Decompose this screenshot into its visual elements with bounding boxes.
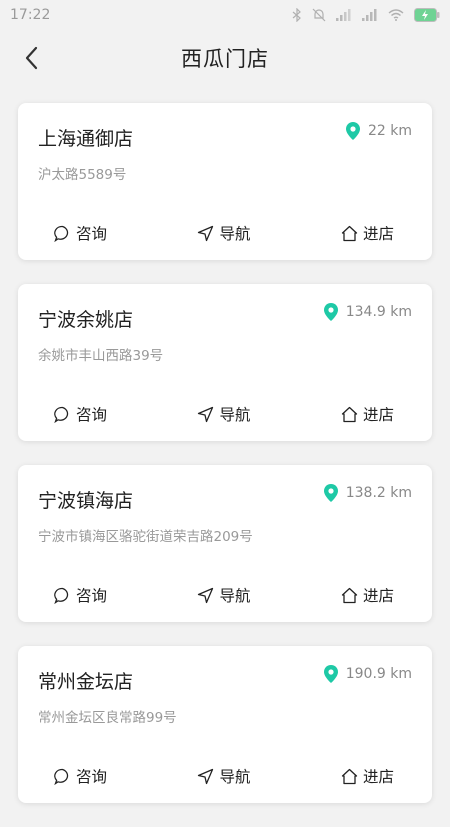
enter-store-button[interactable]: 进店 bbox=[341, 765, 394, 787]
store-distance: 134.9 km bbox=[323, 303, 412, 321]
navigation-arrow-icon bbox=[198, 225, 214, 241]
battery-icon bbox=[414, 8, 440, 22]
navigate-label: 导航 bbox=[219, 406, 251, 424]
consult-button[interactable]: 咨询 bbox=[54, 403, 107, 425]
store-list: 上海通御店 22 km 沪太路5589号 咨询 导航 进店 宁波余姚店 134.… bbox=[18, 103, 432, 827]
alarm-off-icon bbox=[312, 8, 326, 22]
navigate-button[interactable]: 导航 bbox=[197, 584, 251, 606]
bluetooth-icon bbox=[292, 8, 301, 22]
store-distance: 138.2 km bbox=[323, 484, 412, 502]
page-title: 西瓜门店 bbox=[181, 47, 269, 71]
signal-icon bbox=[336, 9, 351, 21]
signal-icon bbox=[362, 9, 377, 21]
store-actions: 咨询 导航 进店 bbox=[18, 403, 432, 425]
home-icon bbox=[341, 587, 358, 603]
home-icon bbox=[341, 225, 358, 241]
navigation-arrow-icon bbox=[198, 768, 214, 784]
navigate-button[interactable]: 导航 bbox=[197, 403, 251, 425]
navigation-arrow-icon bbox=[198, 587, 214, 603]
status-time: 17:22 bbox=[10, 7, 51, 23]
enter-store-label: 进店 bbox=[362, 225, 394, 243]
nav-bar: 西瓜门店 bbox=[0, 30, 450, 86]
navigate-button[interactable]: 导航 bbox=[197, 222, 251, 244]
location-pin-icon bbox=[323, 665, 338, 683]
chat-bubble-icon bbox=[54, 587, 69, 604]
store-actions: 咨询 导航 进店 bbox=[18, 584, 432, 606]
consult-button[interactable]: 咨询 bbox=[54, 222, 107, 244]
navigate-label: 导航 bbox=[219, 768, 251, 786]
enter-store-label: 进店 bbox=[362, 406, 394, 424]
enter-store-button[interactable]: 进店 bbox=[341, 222, 394, 244]
store-card[interactable]: 上海通御店 22 km 沪太路5589号 咨询 导航 进店 bbox=[18, 103, 432, 260]
distance-text: 190.9 km bbox=[345, 666, 412, 682]
home-icon bbox=[341, 768, 358, 784]
navigate-button[interactable]: 导航 bbox=[197, 765, 251, 787]
distance-text: 134.9 km bbox=[345, 304, 412, 320]
consult-label: 咨询 bbox=[76, 587, 108, 605]
enter-store-label: 进店 bbox=[362, 587, 394, 605]
store-name: 上海通御店 bbox=[38, 128, 134, 150]
consult-button[interactable]: 咨询 bbox=[54, 584, 107, 606]
chevron-left-icon bbox=[25, 46, 38, 70]
status-icons bbox=[292, 8, 440, 22]
store-card[interactable]: 常州金坛店 190.9 km 常州金坛区良常路99号 咨询 导航 进店 bbox=[18, 646, 432, 803]
store-address: 常州金坛区良常路99号 bbox=[38, 710, 177, 726]
store-name: 宁波余姚店 bbox=[38, 309, 134, 331]
consult-label: 咨询 bbox=[76, 225, 108, 243]
chat-bubble-icon bbox=[54, 768, 69, 785]
back-button[interactable] bbox=[18, 44, 46, 72]
location-pin-icon bbox=[323, 303, 338, 321]
consult-label: 咨询 bbox=[76, 768, 108, 786]
store-name: 宁波镇海店 bbox=[38, 490, 134, 512]
store-actions: 咨询 导航 进店 bbox=[18, 765, 432, 787]
distance-text: 22 km bbox=[367, 123, 412, 139]
navigate-label: 导航 bbox=[219, 587, 251, 605]
store-actions: 咨询 导航 进店 bbox=[18, 222, 432, 244]
wifi-icon bbox=[388, 9, 404, 21]
navigate-label: 导航 bbox=[219, 225, 251, 243]
home-icon bbox=[341, 406, 358, 422]
store-address: 余姚市丰山西路39号 bbox=[38, 348, 164, 364]
enter-store-button[interactable]: 进店 bbox=[341, 403, 394, 425]
location-pin-icon bbox=[345, 122, 360, 140]
store-name: 常州金坛店 bbox=[38, 671, 134, 693]
chat-bubble-icon bbox=[54, 225, 69, 242]
store-address: 宁波市镇海区骆驼街道荣吉路209号 bbox=[38, 529, 253, 545]
store-distance: 22 km bbox=[345, 122, 412, 140]
store-card[interactable]: 宁波余姚店 134.9 km 余姚市丰山西路39号 咨询 导航 进店 bbox=[18, 284, 432, 441]
navigation-arrow-icon bbox=[198, 406, 214, 422]
store-card[interactable]: 宁波镇海店 138.2 km 宁波市镇海区骆驼街道荣吉路209号 咨询 导航 进… bbox=[18, 465, 432, 622]
chat-bubble-icon bbox=[54, 406, 69, 423]
enter-store-label: 进店 bbox=[362, 768, 394, 786]
distance-text: 138.2 km bbox=[345, 485, 412, 501]
status-bar: 17:22 bbox=[0, 0, 450, 30]
store-distance: 190.9 km bbox=[323, 665, 412, 683]
location-pin-icon bbox=[323, 484, 338, 502]
store-address: 沪太路5589号 bbox=[38, 167, 127, 183]
consult-button[interactable]: 咨询 bbox=[54, 765, 107, 787]
consult-label: 咨询 bbox=[76, 406, 108, 424]
enter-store-button[interactable]: 进店 bbox=[341, 584, 394, 606]
